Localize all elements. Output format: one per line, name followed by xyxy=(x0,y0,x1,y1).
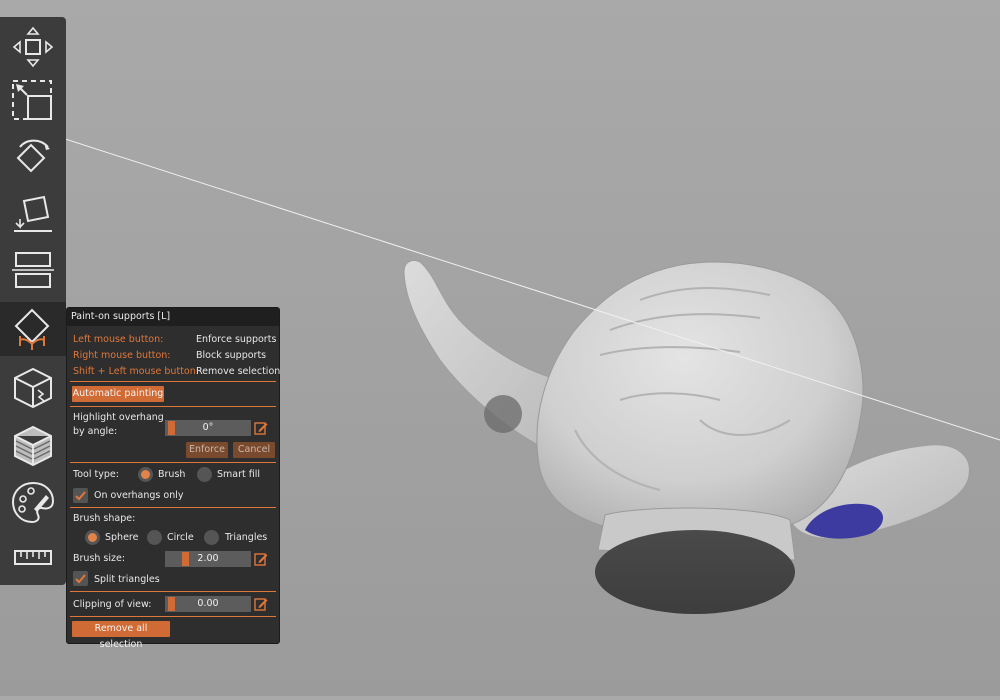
remove-all-selection-button[interactable]: Remove all selection xyxy=(72,621,170,650)
shape-sphere-radio[interactable] xyxy=(85,530,100,545)
scale-tool-button[interactable] xyxy=(0,74,66,128)
checkmark-icon xyxy=(75,491,86,501)
hint-left-action: Left mouse button: xyxy=(73,334,164,345)
clipping-value: 0.00 xyxy=(197,598,219,609)
checkmark-icon xyxy=(75,574,86,584)
place-on-face-icon xyxy=(14,195,52,232)
multimaterial-painting-icon xyxy=(11,481,55,524)
cut-tool-button[interactable] xyxy=(0,243,66,297)
slider-knob[interactable] xyxy=(182,552,189,566)
highlight-overhang-label-2: by angle: xyxy=(73,426,118,437)
split-triangles-label: Split triangles xyxy=(94,574,160,585)
highlight-angle-value: 0° xyxy=(202,422,214,433)
separator xyxy=(70,591,276,592)
measure-tool-button[interactable] xyxy=(0,531,66,585)
brush-cursor xyxy=(484,395,522,433)
place-on-face-button[interactable] xyxy=(0,187,66,241)
seam-painting-icon xyxy=(14,367,52,409)
variable-layer-height-icon xyxy=(14,425,52,467)
cut-icon xyxy=(12,252,54,288)
measure-icon xyxy=(14,550,52,565)
left-toolbar xyxy=(0,17,66,585)
highlight-angle-slider[interactable]: 0° xyxy=(165,420,251,436)
clipping-label: Clipping of view: xyxy=(73,599,152,610)
hint-shift-action: Shift + Left mouse button: xyxy=(73,366,199,377)
on-overhangs-label: On overhangs only xyxy=(94,490,184,501)
brush-size-slider[interactable]: 2.00 xyxy=(165,551,251,567)
hint-right-result: Block supports xyxy=(196,350,267,361)
separator xyxy=(70,616,276,617)
move-tool-button[interactable] xyxy=(0,20,66,74)
hint-right-action: Right mouse button: xyxy=(73,350,171,361)
tool-smart-fill-radio[interactable] xyxy=(197,467,212,482)
tool-brush-radio[interactable] xyxy=(138,467,153,482)
brush-size-label: Brush size: xyxy=(73,553,126,564)
scale-icon xyxy=(12,80,52,120)
separator xyxy=(70,507,276,508)
shape-circle-radio[interactable] xyxy=(147,530,162,545)
paint-supports-panel: Paint-on supports [L] Left mouse button:… xyxy=(66,307,281,650)
enforce-button[interactable]: Enforce xyxy=(186,442,228,458)
tool-type-label: Tool type: xyxy=(73,469,119,480)
separator xyxy=(70,381,276,382)
seam-painting-tool-button[interactable] xyxy=(0,360,66,414)
model-base xyxy=(595,530,795,614)
hint-left-result: Enforce supports xyxy=(196,334,277,345)
slider-knob[interactable] xyxy=(168,421,175,435)
split-triangles-checkbox[interactable] xyxy=(73,571,88,586)
highlight-overhang-label: Highlight overhang xyxy=(73,412,164,423)
separator xyxy=(70,462,276,463)
edit-icon[interactable] xyxy=(254,421,268,435)
move-icon xyxy=(12,26,54,68)
edit-icon[interactable] xyxy=(254,597,268,611)
multimaterial-painting-button[interactable] xyxy=(0,475,66,529)
tool-smart-fill-label: Smart fill xyxy=(217,469,261,480)
separator xyxy=(70,406,276,407)
shape-triangles-label: Triangles xyxy=(225,532,268,543)
rotate-icon xyxy=(16,139,50,173)
clipping-slider[interactable]: 0.00 xyxy=(165,596,251,612)
panel-title: Paint-on supports [L] xyxy=(67,308,279,326)
brush-size-value: 2.00 xyxy=(197,553,219,564)
shape-triangles-radio[interactable] xyxy=(204,530,219,545)
rotate-tool-button[interactable] xyxy=(0,131,66,185)
paint-supports-icon xyxy=(14,308,50,350)
automatic-painting-button[interactable]: Automatic painting xyxy=(72,386,164,402)
slider-knob[interactable] xyxy=(168,597,175,611)
edit-icon[interactable] xyxy=(254,552,268,566)
cancel-button[interactable]: Cancel xyxy=(233,442,275,458)
on-overhangs-checkbox[interactable] xyxy=(73,488,88,503)
hint-shift-result: Remove selection xyxy=(196,366,281,377)
shape-circle-label: Circle xyxy=(167,532,194,543)
shape-sphere-label: Sphere xyxy=(105,532,139,543)
variable-layer-height-button[interactable] xyxy=(0,418,66,472)
brush-shape-label: Brush shape: xyxy=(73,513,136,524)
paint-supports-tool-button[interactable] xyxy=(0,302,66,356)
tool-brush-label: Brush xyxy=(158,469,186,480)
